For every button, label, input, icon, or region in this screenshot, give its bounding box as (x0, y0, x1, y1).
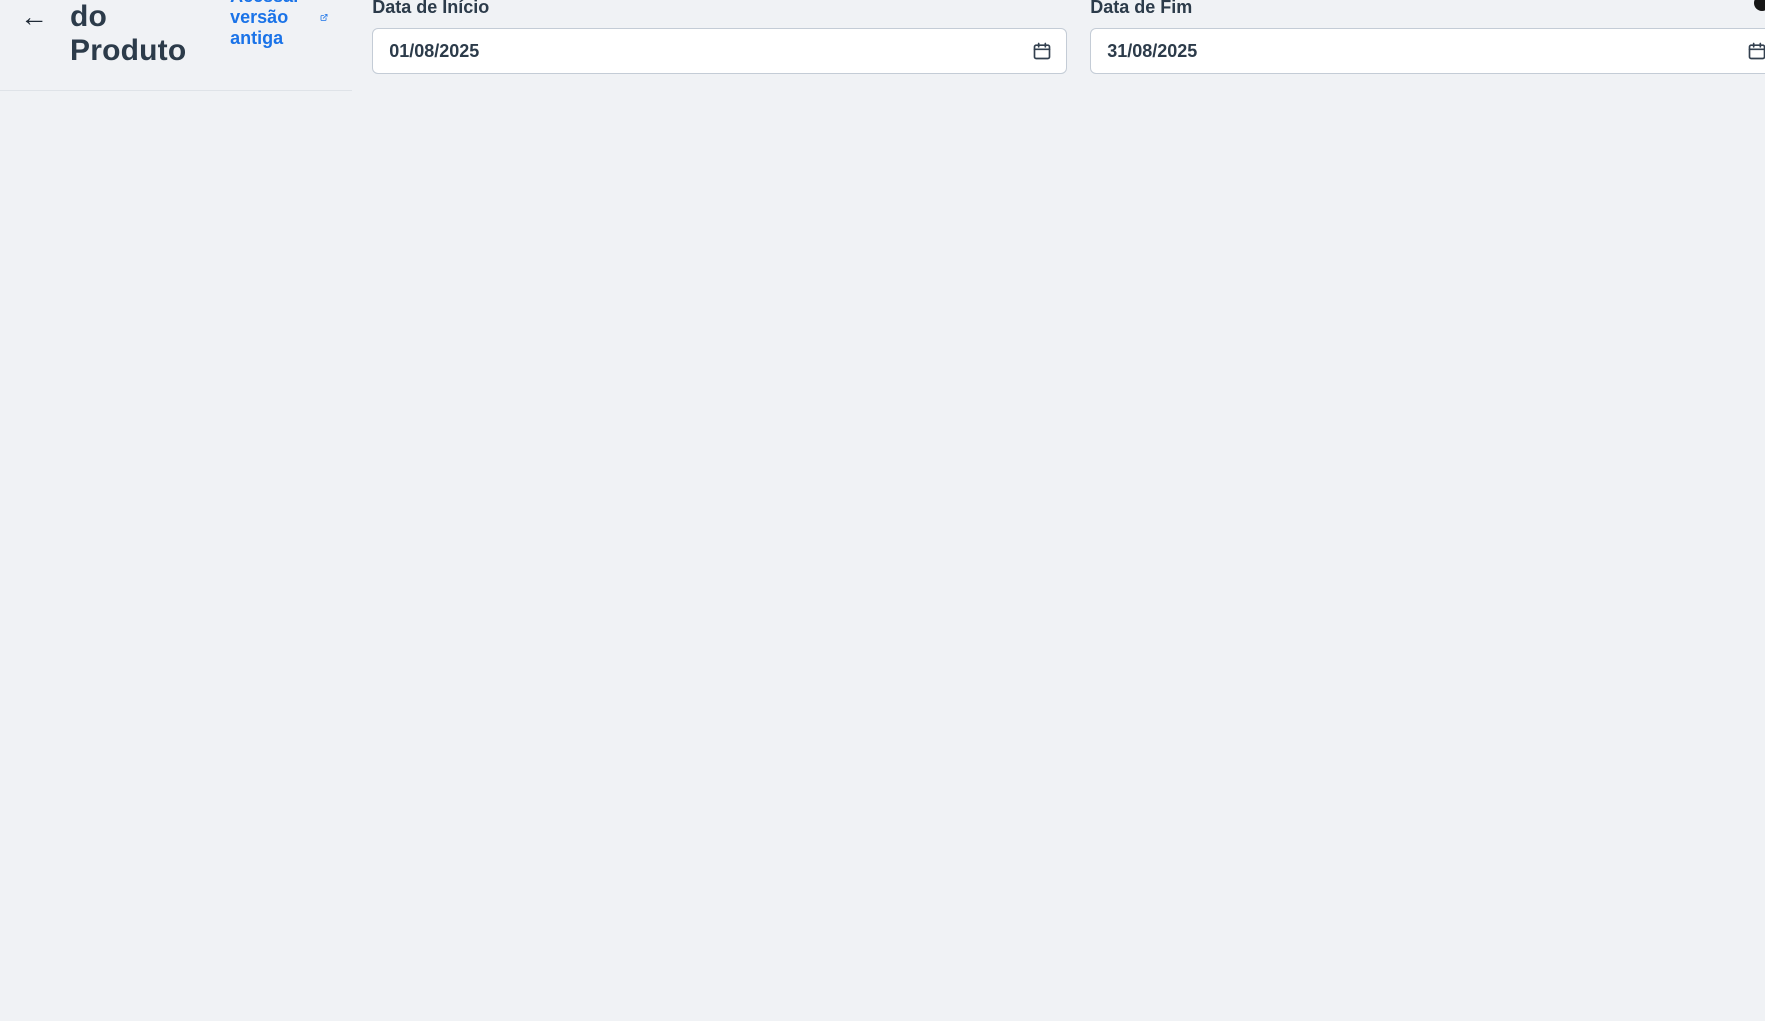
calendar-icon[interactable] (1032, 41, 1052, 61)
start-date-label: Data de Início (372, 0, 1067, 18)
calendar-icon[interactable] (1747, 41, 1765, 61)
end-date-input[interactable] (1090, 28, 1765, 74)
filters-section: Data de Início Data de Fim Limpar Consul… (352, 0, 1765, 74)
start-date-value[interactable] (387, 40, 1032, 63)
legacy-version-link-label: Acessar versão antiga (230, 0, 311, 49)
page-header: ← Movimento do Produto Acessar versão an… (0, 0, 352, 91)
end-date-label: Data de Fim (1090, 0, 1765, 18)
start-date-input[interactable] (372, 28, 1067, 74)
end-date-field: Data de Fim (1090, 0, 1765, 74)
end-date-value[interactable] (1105, 40, 1747, 63)
page-title: Movimento do Produto (70, 0, 230, 68)
back-button[interactable]: ← (20, 3, 48, 31)
legacy-version-link[interactable]: Acessar versão antiga (230, 0, 328, 49)
start-date-field: Data de Início (372, 0, 1067, 74)
product-movement-page: ← Movimento do Produto Acessar versão an… (0, 0, 1765, 33)
external-link-icon (320, 8, 328, 27)
